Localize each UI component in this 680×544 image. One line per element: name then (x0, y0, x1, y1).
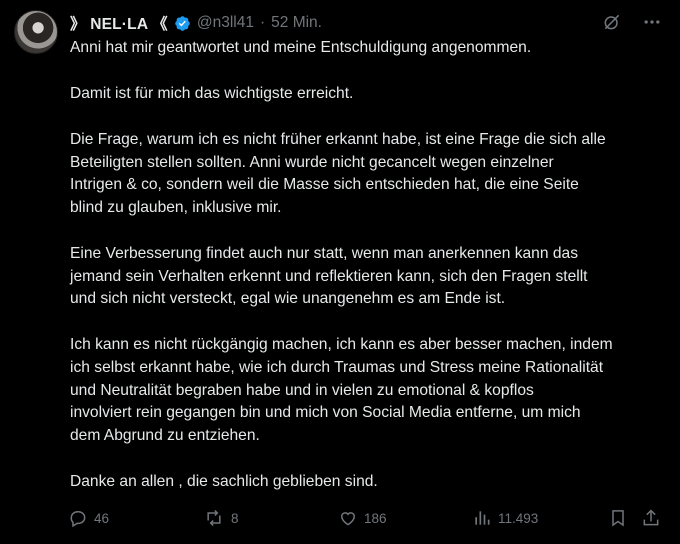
handle[interactable]: @n3ll41 (197, 14, 254, 32)
like-count: 186 (364, 510, 387, 526)
tweet-paragraph: Ich kann es nicht rückgängig machen, ich… (70, 336, 613, 444)
like-icon (338, 508, 358, 528)
timestamp[interactable]: 52 Min. (271, 14, 322, 32)
repost-icon (203, 508, 225, 528)
grok-icon[interactable] (602, 12, 622, 32)
display-name[interactable]: 》 NEL·LA 《 (70, 12, 168, 34)
tweet-paragraph: Damit ist für mich das wichtigste erreic… (70, 85, 354, 103)
views-count: 11.493 (498, 510, 539, 526)
tweet-paragraph: Danke an allen , die sachlich geblieben … (70, 472, 378, 490)
tweet-text: Anni hat mir geantwortet und meine Entsc… (70, 37, 670, 517)
tweet-top-actions (602, 12, 662, 32)
share-button[interactable] (641, 508, 661, 528)
more-icon[interactable] (642, 12, 662, 32)
repost-count: 8 (231, 510, 239, 526)
bookmark-button[interactable] (608, 508, 628, 528)
views-button[interactable]: 11.493 (472, 508, 538, 528)
tweet-paragraph: Die Frage, warum ich es nicht früher erk… (70, 131, 606, 216)
avatar[interactable] (14, 10, 58, 54)
like-button[interactable]: 186 (338, 508, 387, 528)
reply-icon (68, 508, 88, 528)
tweet-paragraph: Eine Verbesserung findet auch nur statt,… (70, 245, 588, 308)
action-bar: 46 8 186 11.493 (68, 508, 668, 532)
verified-badge-icon[interactable] (174, 15, 191, 32)
tweet: 》 NEL·LA 《 @n3ll41 · 52 Min. Anni hat mi… (0, 0, 680, 544)
separator: · (259, 14, 266, 31)
reply-button[interactable]: 46 (68, 508, 109, 528)
bookmark-icon (608, 508, 628, 528)
tweet-paragraph: Anni hat mir geantwortet und meine Entsc… (70, 39, 532, 56)
repost-button[interactable]: 8 (203, 508, 239, 528)
reply-count: 46 (94, 510, 110, 526)
tweet-header: 》 NEL·LA 《 @n3ll41 · 52 Min. (70, 12, 322, 34)
share-icon (641, 508, 661, 528)
views-icon (472, 508, 492, 528)
